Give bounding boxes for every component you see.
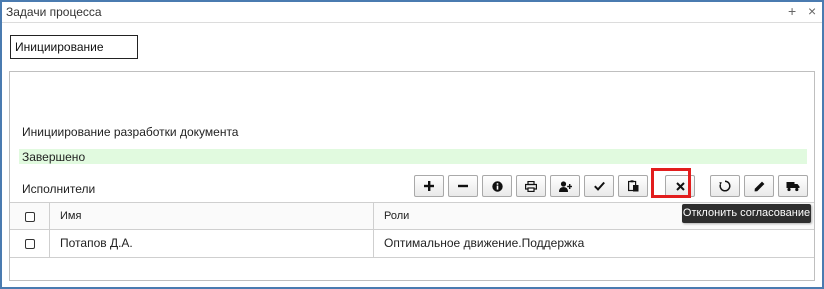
process-tasks-window: Задачи процесса + × Инициирование разраб… — [0, 0, 824, 289]
add-window-button[interactable]: + — [788, 3, 796, 19]
edit-button[interactable] — [744, 175, 774, 197]
row-checkbox-cell — [10, 230, 50, 257]
paste-icon — [627, 180, 638, 192]
process-name-input[interactable] — [10, 35, 138, 59]
check-icon — [593, 181, 605, 191]
name-cell: Потапов Д.А. — [50, 230, 374, 257]
delegate-icon — [786, 181, 800, 191]
row-checkbox[interactable] — [25, 239, 35, 249]
remove-performer-button[interactable] — [448, 175, 478, 197]
print-button[interactable] — [516, 175, 546, 197]
reject-x-icon — [675, 181, 685, 191]
role-cell: Оптимальное движение.Поддержка — [374, 230, 814, 257]
performers-label: Исполнители — [22, 182, 96, 196]
close-window-button[interactable]: × — [808, 3, 816, 19]
info-button[interactable] — [482, 175, 512, 197]
column-label: Имя — [60, 210, 82, 222]
reject-approval-tooltip: Отклонить согласование — [682, 204, 811, 223]
delegate-button[interactable] — [778, 175, 808, 197]
recycle-button[interactable] — [710, 175, 740, 197]
column-label: Роли — [384, 210, 410, 222]
add-performer-button[interactable] — [414, 175, 444, 197]
column-header-name[interactable]: Имя — [50, 203, 374, 229]
select-all-checkbox[interactable] — [25, 212, 35, 222]
status-bar: Завершено — [19, 149, 807, 164]
print-icon — [525, 180, 537, 192]
pencil-icon — [754, 181, 764, 191]
performer-role: Оптимальное движение.Поддержка — [384, 236, 585, 250]
window-title: Задачи процесса — [6, 5, 102, 19]
window-titlebar: Задачи процесса + × — [2, 2, 822, 23]
add-user-icon — [558, 180, 572, 192]
performer-name: Потапов Д.А. — [60, 236, 133, 250]
select-all-cell — [10, 203, 50, 229]
paste-button[interactable] — [618, 175, 648, 197]
performers-toolbar — [414, 175, 814, 199]
task-name: Инициирование разработки документа — [22, 125, 239, 139]
info-icon — [491, 180, 503, 192]
minus-icon — [458, 184, 468, 188]
plus-icon — [424, 181, 434, 191]
recycle-icon — [719, 180, 731, 192]
task-status: Завершено — [22, 150, 86, 164]
reject-approval-button[interactable] — [665, 175, 695, 197]
add-user-button[interactable] — [550, 175, 580, 197]
approve-button[interactable] — [584, 175, 614, 197]
table-row[interactable]: Потапов Д.А. Оптимальное движение.Поддер… — [10, 230, 814, 258]
task-panel: Инициирование разработки документа Завер… — [9, 71, 815, 281]
